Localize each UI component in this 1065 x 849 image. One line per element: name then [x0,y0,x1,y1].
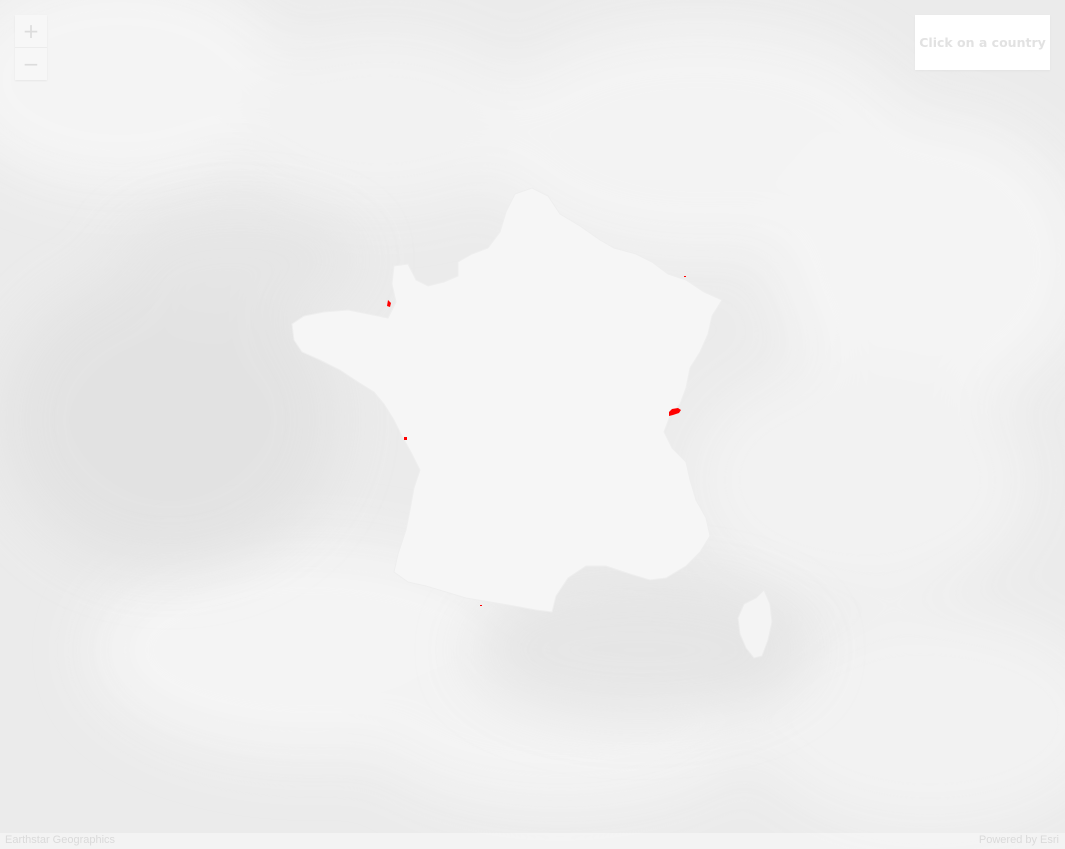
minus-icon: − [22,52,40,76]
map-view[interactable]: + − Click on a country Earthstar Geograp… [0,0,1065,849]
info-panel: Click on a country [915,15,1050,70]
attribution-powered-by[interactable]: Powered by Esri [979,834,1059,846]
info-panel-text: Click on a country [919,35,1046,50]
zoom-in-button[interactable]: + [15,15,47,47]
attribution-source[interactable]: Earthstar Geographics [5,834,115,846]
basemap[interactable] [0,0,1065,849]
highlight-dot-south[interactable] [480,605,482,606]
attribution-bar: Earthstar Geographics Powered by Esri [0,833,1065,849]
zoom-out-button[interactable]: − [15,47,47,80]
plus-icon: + [22,19,40,43]
highlight-region-west[interactable] [404,437,407,440]
highlight-dot-north[interactable] [684,276,686,277]
zoom-controls: + − [15,15,47,80]
